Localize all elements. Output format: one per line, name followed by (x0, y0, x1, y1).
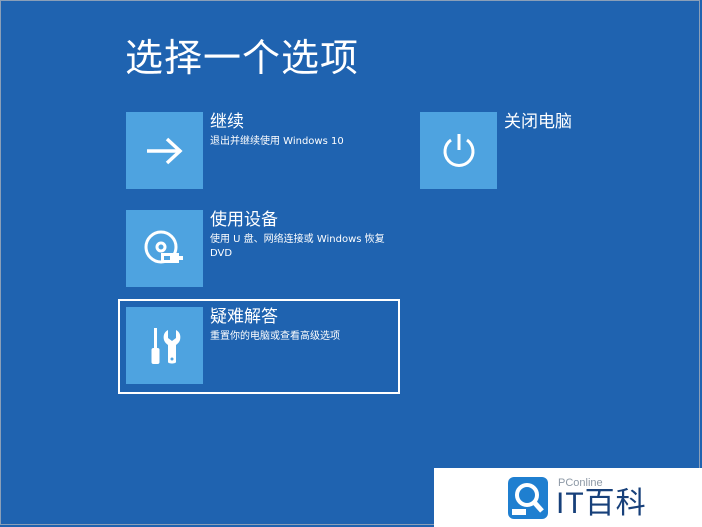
option-continue[interactable]: 继续 退出并继续使用 Windows 10 (118, 104, 398, 200)
option-continue-tile (126, 112, 203, 189)
option-use-device[interactable]: 使用设备 使用 U 盘、网络连接或 Windows 恢复 DVD (118, 202, 398, 298)
option-use-device-tile (126, 210, 203, 287)
page-title: 选择一个选项 (125, 36, 360, 80)
option-shutdown-label: 关闭电脑 (504, 112, 572, 132)
option-use-device-label: 使用设备 (210, 210, 278, 230)
tools-icon (151, 327, 180, 364)
watermark: PConline IT百科 (434, 468, 702, 527)
magnifier-logo-icon (508, 477, 548, 519)
option-troubleshoot-label: 疑难解答 (210, 307, 278, 327)
option-shutdown[interactable]: 关闭电脑 (412, 104, 612, 200)
watermark-name: IT百科 (556, 487, 647, 520)
disc-drive-icon (144, 230, 183, 263)
option-troubleshoot-desc: 重置你的电脑或查看高级选项 (210, 331, 340, 342)
option-continue-label: 继续 (210, 112, 244, 132)
option-troubleshoot-tile (126, 307, 203, 384)
option-shutdown-tile (420, 112, 497, 189)
option-use-device-desc: 使用 U 盘、网络连接或 Windows 恢复 DVD (210, 234, 385, 259)
power-icon (443, 133, 474, 167)
option-continue-desc: 退出并继续使用 Windows 10 (210, 136, 344, 147)
option-troubleshoot[interactable]: 疑难解答 重置你的电脑或查看高级选项 (118, 299, 400, 394)
arrow-right-icon (146, 137, 183, 164)
